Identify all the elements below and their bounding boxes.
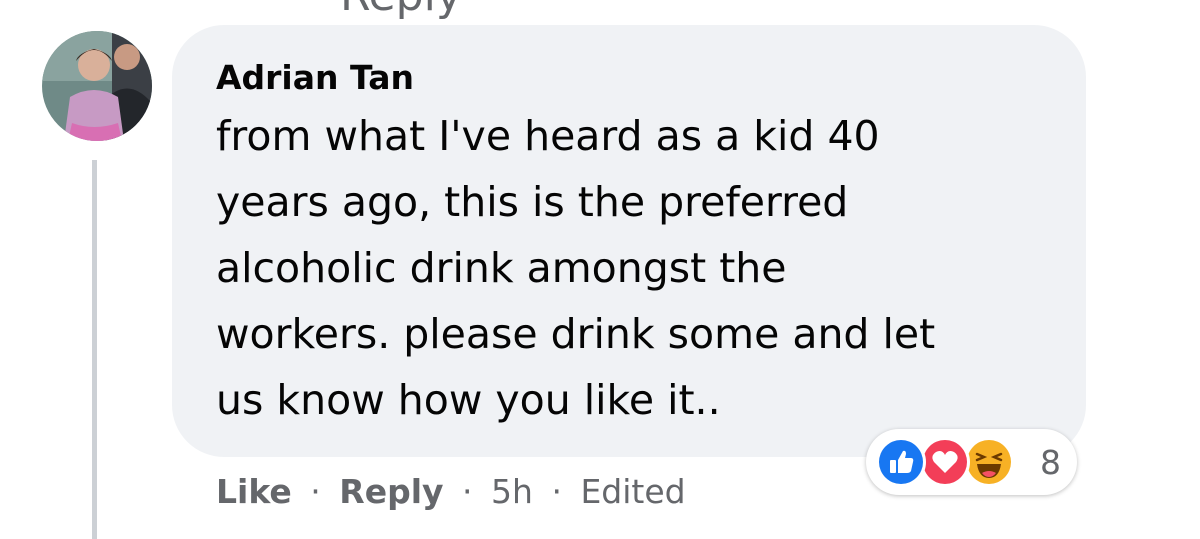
- timestamp-link[interactable]: 5h: [491, 472, 533, 511]
- comment-thread: Reply Adrian Tan from what I've heard as…: [0, 0, 1200, 539]
- comment-line: years ago, this is the preferred: [216, 178, 849, 226]
- reply-thread-line: [92, 160, 97, 539]
- comment-actions: Like · Reply · 5h · Edited: [216, 472, 686, 511]
- comment-line: from what I've heard as a kid 40: [216, 112, 880, 160]
- separator: ·: [310, 472, 321, 511]
- reply-link[interactable]: Reply: [339, 472, 443, 511]
- like-icon: [876, 437, 926, 487]
- reactions-summary[interactable]: 8: [866, 429, 1077, 495]
- haha-icon: [964, 437, 1014, 487]
- previous-reply-link[interactable]: Reply: [340, 0, 462, 21]
- comment-line: workers. please drink some and let: [216, 310, 936, 358]
- separator: ·: [551, 472, 562, 511]
- edited-label[interactable]: Edited: [580, 472, 685, 511]
- comment-text: from what I've heard as a kid 40 years a…: [216, 103, 1056, 433]
- love-icon: [920, 437, 970, 487]
- avatar-photo: [42, 31, 152, 141]
- like-link[interactable]: Like: [216, 472, 292, 511]
- avatar[interactable]: [42, 31, 152, 141]
- comment-line: alcoholic drink amongst the: [216, 244, 787, 292]
- reaction-count: 8: [1040, 443, 1061, 482]
- comment-line: us know how you like it..: [216, 376, 721, 424]
- previous-comment-actions: Reply: [340, 0, 462, 21]
- comment-author[interactable]: Adrian Tan: [216, 58, 414, 97]
- separator: ·: [462, 472, 473, 511]
